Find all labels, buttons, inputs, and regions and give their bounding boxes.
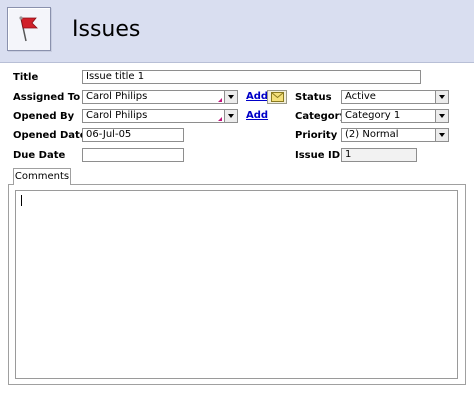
assigned-to-label: Assigned To	[13, 92, 81, 103]
priority-select[interactable]: (2) Normal	[341, 128, 449, 142]
logo	[7, 7, 51, 51]
chevron-down-icon[interactable]	[435, 129, 448, 141]
add-assigned-to-link[interactable]: Add	[246, 91, 268, 102]
status-label: Status	[295, 92, 332, 103]
chevron-down-icon[interactable]	[435, 91, 448, 103]
category-label: Category	[295, 111, 347, 122]
assigned-to-select[interactable]: Carol Philips	[82, 90, 238, 104]
opened-date-field[interactable]: 06-Jul-05	[82, 128, 184, 142]
add-opened-by-link[interactable]: Add	[246, 110, 268, 121]
red-flag-icon	[19, 16, 38, 42]
priority-value: (2) Normal	[345, 129, 399, 140]
chevron-down-icon[interactable]	[224, 110, 237, 122]
due-date-field[interactable]	[82, 148, 184, 162]
chevron-down-icon[interactable]	[435, 110, 448, 122]
envelope-icon	[271, 92, 284, 102]
page-title: Issues	[72, 17, 141, 42]
opened-date-label: Opened Date	[13, 130, 87, 141]
tab-comments[interactable]: Comments	[13, 168, 71, 185]
required-marker	[218, 117, 222, 121]
issue-id-field: 1	[341, 148, 417, 162]
category-select[interactable]: Category 1	[341, 109, 449, 123]
text-caret	[21, 195, 22, 206]
assigned-to-value: Carol Philips	[86, 91, 148, 102]
title-label: Title	[13, 72, 39, 83]
chevron-down-icon[interactable]	[224, 91, 237, 103]
title-field[interactable]: Issue title 1	[82, 70, 421, 84]
status-select[interactable]: Active	[341, 90, 449, 104]
comments-textarea[interactable]	[15, 190, 458, 379]
issue-id-label: Issue ID	[295, 150, 341, 161]
opened-by-select[interactable]: Carol Philips	[82, 109, 238, 123]
opened-by-label: Opened By	[13, 111, 75, 122]
status-value: Active	[345, 91, 376, 102]
opened-by-value: Carol Philips	[86, 110, 148, 121]
priority-label: Priority	[295, 130, 338, 141]
header-bar: Issues	[0, 0, 474, 63]
due-date-label: Due Date	[13, 150, 66, 161]
category-value: Category 1	[345, 110, 401, 121]
email-button[interactable]	[267, 90, 287, 104]
required-marker	[218, 98, 222, 102]
